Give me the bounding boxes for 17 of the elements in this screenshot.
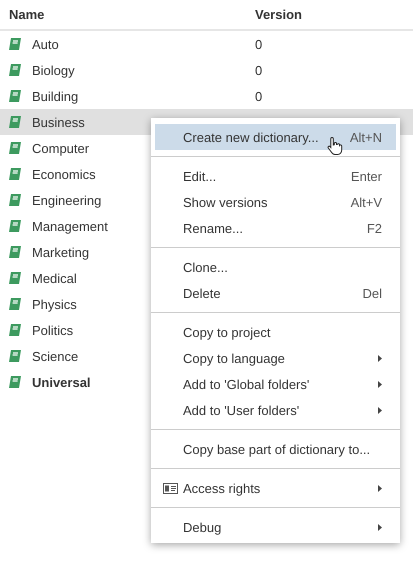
dictionary-name: Auto (32, 36, 59, 52)
dictionary-name: Engineering (32, 192, 102, 208)
dictionary-name: Economics (32, 166, 96, 182)
dictionary-name: Politics (32, 322, 74, 338)
dictionary-name: Science (32, 348, 78, 364)
version-number: 0 (255, 36, 264, 52)
dictionary-name: Universal (32, 374, 91, 390)
dictionary-name: Biology (32, 62, 75, 78)
version-number: 0 (255, 88, 264, 104)
dictionary-name: Medical (32, 270, 77, 286)
dictionary-name: Computer (32, 140, 90, 156)
dictionary-name: Marketing (32, 244, 90, 260)
dictionary-name: Physics (32, 296, 77, 312)
dictionary-name: Business (32, 114, 85, 130)
dictionary-name: Building (32, 88, 78, 104)
version-number: 0 (255, 62, 264, 78)
dictionary-name: Management (32, 218, 108, 234)
